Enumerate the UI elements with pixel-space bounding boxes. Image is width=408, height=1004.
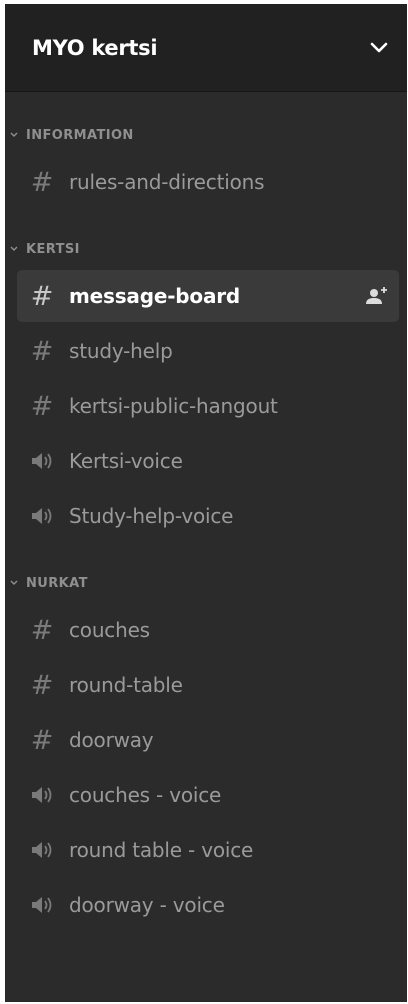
channel-label: message-board xyxy=(69,284,241,308)
category-kertsi[interactable]: KERTSI xyxy=(5,231,407,267)
channel-doorway[interactable]: # doorway xyxy=(17,714,399,766)
channel-label: round-table xyxy=(69,673,183,697)
hash-icon: # xyxy=(30,724,54,756)
channel-label: rules-and-directions xyxy=(69,170,265,194)
channel-doorway-voice[interactable]: doorway - voice xyxy=(17,879,399,931)
chevron-down-icon xyxy=(10,244,20,254)
channel-message-board[interactable]: # message-board xyxy=(17,270,399,322)
category-label: KERTSI xyxy=(26,241,80,257)
hash-icon: # xyxy=(30,614,54,646)
hash-icon: # xyxy=(30,390,54,422)
channel-round-table[interactable]: # round-table xyxy=(17,659,399,711)
channel-rules-and-directions[interactable]: # rules-and-directions xyxy=(17,156,399,208)
channel-label: Study-help-voice xyxy=(69,504,234,528)
channel-label: couches - voice xyxy=(69,783,222,807)
chevron-down-icon xyxy=(10,130,20,140)
channel-label: study-help xyxy=(69,339,173,363)
speaker-icon xyxy=(29,782,55,808)
channel-label: couches xyxy=(69,618,150,642)
hash-icon: # xyxy=(30,669,54,701)
hash-icon: # xyxy=(30,280,54,312)
chevron-down-icon[interactable] xyxy=(369,38,389,58)
channel-study-help[interactable]: # study-help xyxy=(17,325,399,377)
category-information[interactable]: INFORMATION xyxy=(5,117,407,153)
channel-sidebar: MYO kertsi INFORMATION # rules-and-direc… xyxy=(5,4,407,1002)
channel-label: round table - voice xyxy=(69,838,254,862)
server-name: MYO kertsi xyxy=(32,35,158,60)
category-label: INFORMATION xyxy=(26,127,134,143)
channel-label: Kertsi-voice xyxy=(69,449,183,473)
server-header[interactable]: MYO kertsi xyxy=(5,4,407,92)
channel-kertsi-public-hangout[interactable]: # kertsi-public-hangout xyxy=(17,380,399,432)
channel-couches-voice[interactable]: couches - voice xyxy=(17,769,399,821)
speaker-icon xyxy=(29,503,55,529)
speaker-icon xyxy=(29,448,55,474)
channel-label: doorway - voice xyxy=(69,893,225,917)
hash-icon: # xyxy=(30,335,54,367)
channel-couches[interactable]: # couches xyxy=(17,604,399,656)
channel-label: doorway xyxy=(69,728,154,752)
channel-round-table-voice[interactable]: round table - voice xyxy=(17,824,399,876)
add-member-icon[interactable] xyxy=(365,285,389,307)
channel-study-help-voice[interactable]: Study-help-voice xyxy=(17,490,399,542)
category-label: NURKAT xyxy=(26,575,88,591)
channel-label: kertsi-public-hangout xyxy=(69,394,278,418)
channel-list: INFORMATION # rules-and-directions KERTS… xyxy=(5,92,407,931)
category-nurkat[interactable]: NURKAT xyxy=(5,565,407,601)
hash-icon: # xyxy=(30,166,54,198)
chevron-down-icon xyxy=(10,578,20,588)
channel-kertsi-voice[interactable]: Kertsi-voice xyxy=(17,435,399,487)
speaker-icon xyxy=(29,837,55,863)
speaker-icon xyxy=(29,892,55,918)
